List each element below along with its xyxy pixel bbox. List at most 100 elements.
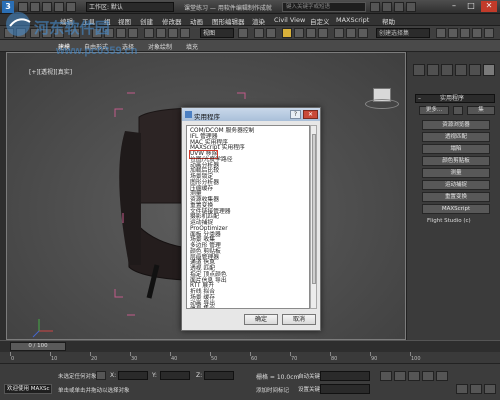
- render-setup-icon[interactable]: [472, 28, 482, 38]
- selection-set-dropdown[interactable]: 创建选择集: [376, 28, 430, 38]
- utilities-rollout-header[interactable]: – 实用程序: [415, 94, 495, 103]
- edit-named-selection-icon[interactable]: [334, 28, 344, 38]
- select-and-manipulate-icon[interactable]: [254, 28, 264, 38]
- maxscript-listener[interactable]: 欢迎使用 MAXSc: [4, 384, 52, 394]
- menu-help[interactable]: 帮助: [382, 16, 395, 26]
- viewport-label[interactable]: [+][透视][真实]: [29, 67, 72, 76]
- menu-create[interactable]: 创建: [140, 16, 153, 26]
- track-tick-label: 70: [291, 356, 298, 362]
- sets-button[interactable]: 集: [467, 106, 495, 115]
- viewcube-compass[interactable]: [365, 99, 399, 109]
- material-editor-icon[interactable]: [460, 28, 470, 38]
- menu-views[interactable]: 视图: [118, 16, 131, 26]
- align-icon[interactable]: [358, 28, 368, 38]
- motion-capture-button[interactable]: 运动捕捉: [422, 180, 490, 190]
- curve-editor-icon[interactable]: [448, 28, 458, 38]
- tab-populate[interactable]: 填充: [186, 42, 198, 51]
- rotate-icon[interactable]: [156, 28, 166, 38]
- workspace-dropdown[interactable]: 工作区: 默认: [86, 2, 174, 12]
- display-tab-icon[interactable]: [469, 64, 481, 76]
- spinner-snap-icon[interactable]: [318, 28, 328, 38]
- minimize-button[interactable]: –: [446, 1, 462, 12]
- x-coordinate-field[interactable]: [118, 371, 148, 380]
- menu-maxscript[interactable]: MAXScript: [336, 16, 369, 24]
- move-icon[interactable]: [144, 28, 154, 38]
- create-tab-icon[interactable]: [413, 64, 425, 76]
- dialog-close-button[interactable]: ✕: [303, 110, 318, 119]
- set-key-dropdown[interactable]: [320, 384, 370, 394]
- modify-tab-icon[interactable]: [427, 64, 439, 76]
- cancel-button[interactable]: 取消: [282, 314, 316, 325]
- measure-button[interactable]: 测量: [422, 168, 490, 178]
- redo-icon[interactable]: [66, 2, 76, 12]
- menu-customize[interactable]: 自定义: [310, 16, 330, 26]
- keyboard-shortcut-icon[interactable]: [266, 28, 276, 38]
- asset-browser-button[interactable]: 资源浏览器: [422, 120, 490, 130]
- z-coordinate-field[interactable]: [204, 371, 234, 380]
- scrollbar-thumb[interactable]: [312, 134, 316, 284]
- track-bar[interactable]: 0 10 20 30 40 50 60 70 80 90 100: [0, 352, 500, 364]
- time-slider[interactable]: 0 / 100: [10, 342, 66, 351]
- dialog-help-button[interactable]: ?: [290, 110, 301, 119]
- star-icon[interactable]: [382, 2, 392, 12]
- search-input[interactable]: 键入关键字或短语: [282, 2, 366, 12]
- window-crossing-icon[interactable]: [128, 28, 138, 38]
- color-clipboard-button[interactable]: 颜色剪贴板: [422, 156, 490, 166]
- motion-tab-icon[interactable]: [455, 64, 467, 76]
- maxscript-button[interactable]: MAXScript: [422, 204, 490, 214]
- orbit-icon[interactable]: [484, 384, 496, 394]
- track-tick-label: 50: [211, 356, 218, 362]
- utilities-rollout-title: 实用程序: [440, 95, 465, 102]
- hierarchy-tab-icon[interactable]: [441, 64, 453, 76]
- pivot-center-icon[interactable]: [238, 28, 248, 38]
- previous-frame-icon[interactable]: [394, 371, 406, 381]
- add-time-tag[interactable]: 添加时间标记: [256, 386, 289, 394]
- menu-civil-view[interactable]: Civil View: [274, 16, 305, 24]
- menu-graph-editors[interactable]: 图形编辑器: [212, 16, 245, 26]
- mirror-icon[interactable]: [346, 28, 356, 38]
- snap-toggle-icon[interactable]: [282, 28, 292, 38]
- layer-explorer-icon[interactable]: [436, 28, 446, 38]
- menu-rendering[interactable]: 渲染: [252, 16, 265, 26]
- percent-snap-icon[interactable]: [306, 28, 316, 38]
- collapse-button[interactable]: 塌陷: [422, 144, 490, 154]
- utility-list-item[interactable]: 信息 集合: [190, 306, 215, 308]
- more-button[interactable]: 更多...: [419, 106, 449, 115]
- sets-icon[interactable]: [453, 106, 463, 115]
- reference-coordinate-dropdown[interactable]: 视图: [200, 28, 234, 38]
- reset-xform-button[interactable]: 重置变换: [422, 192, 490, 202]
- info-icon[interactable]: [394, 2, 404, 12]
- rectangle-selection-icon[interactable]: [116, 28, 126, 38]
- ok-button[interactable]: 确定: [244, 314, 278, 325]
- angle-snap-icon[interactable]: [294, 28, 304, 38]
- tab-object-paint[interactable]: 对象绘制: [148, 42, 172, 51]
- perspective-match-button[interactable]: 透视匹配: [422, 132, 490, 142]
- lock-selection-icon[interactable]: [96, 371, 106, 380]
- close-button[interactable]: ✕: [481, 1, 497, 12]
- flight-studio-label[interactable]: Flight Studio (c): [427, 218, 471, 224]
- zoom-icon[interactable]: [456, 384, 468, 394]
- save-file-icon[interactable]: [42, 2, 52, 12]
- pan-icon[interactable]: [470, 384, 482, 394]
- go-to-start-icon[interactable]: [380, 371, 392, 381]
- search-icon[interactable]: [370, 2, 380, 12]
- utilities-tab-icon[interactable]: [483, 64, 495, 76]
- undo-icon[interactable]: [54, 2, 64, 12]
- menu-animation[interactable]: 动画: [190, 16, 203, 26]
- utilities-list[interactable]: COM/DCOM 服务器控制 IFL 管理器 MAC 实用程序 MAXScript 实…: [186, 125, 310, 309]
- play-icon[interactable]: [408, 371, 420, 381]
- utilities-list-scrollbar[interactable]: [310, 125, 317, 309]
- render-icon[interactable]: [484, 28, 494, 38]
- dialog-title-bar[interactable]: 实用程序 ? ✕: [182, 108, 320, 121]
- track-tick-label: 90: [371, 356, 378, 362]
- auto-key-dropdown[interactable]: [320, 371, 370, 381]
- placement-icon[interactable]: [180, 28, 190, 38]
- go-to-end-icon[interactable]: [436, 371, 448, 381]
- collapse-icon: –: [418, 95, 421, 102]
- help-icon[interactable]: [406, 2, 416, 12]
- next-frame-icon[interactable]: [422, 371, 434, 381]
- maximize-button[interactable]: □: [463, 1, 479, 12]
- y-coordinate-field[interactable]: [160, 371, 190, 380]
- scale-icon[interactable]: [168, 28, 178, 38]
- menu-modifiers[interactable]: 修改器: [162, 16, 182, 26]
